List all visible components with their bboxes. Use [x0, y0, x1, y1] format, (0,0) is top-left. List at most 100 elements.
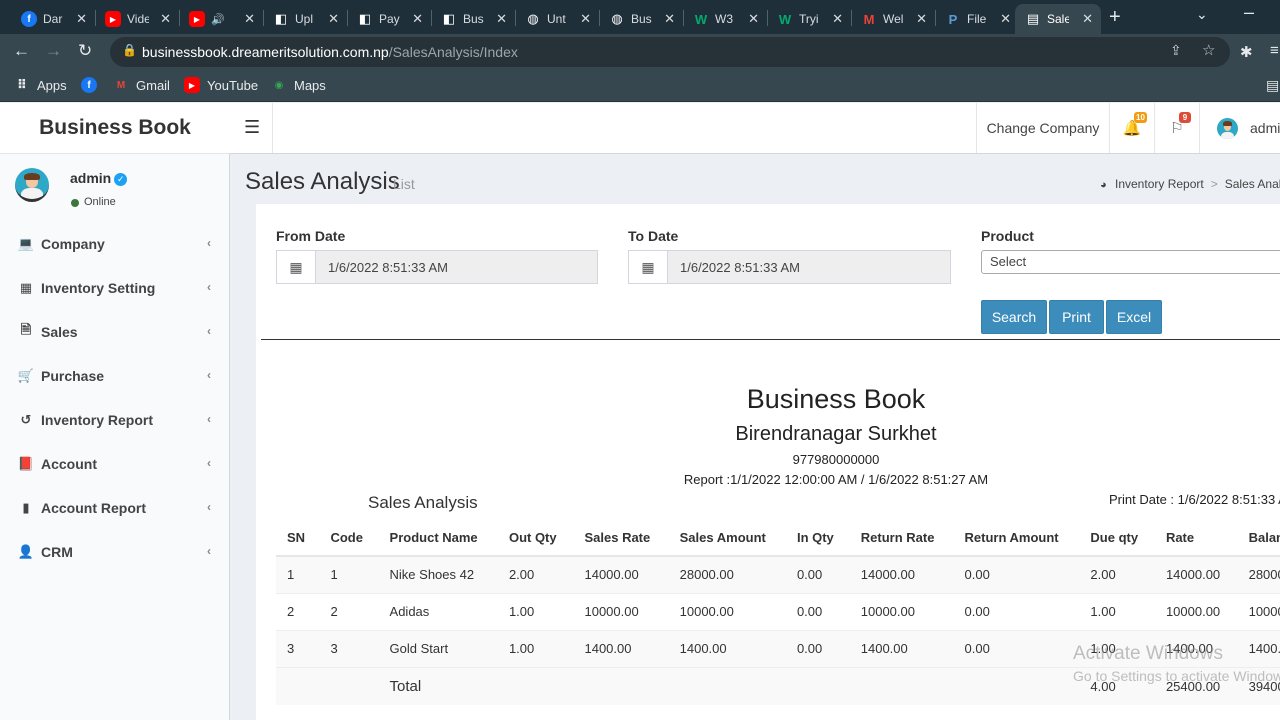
dashboard-icon: ◕ [1100, 179, 1107, 191]
product-select[interactable]: Select [981, 250, 1280, 274]
table-cell: 1 [276, 555, 320, 593]
bookmark-apps[interactable]: ⠿ Apps [14, 77, 67, 93]
reload-button[interactable]: ↻ [78, 41, 92, 61]
sidebar-item-inventory-report[interactable]: ↺ Inventory Report ‹ [0, 398, 230, 442]
close-tab-icon[interactable]: ✕ [1000, 11, 1011, 27]
browser-tab[interactable]: W W3 ✕ [683, 4, 767, 34]
app-logo[interactable]: Business Book [0, 103, 230, 154]
notifications-button[interactable]: 🔔 10 [1109, 103, 1154, 153]
flags-button[interactable]: ⚐ 9 [1154, 103, 1199, 153]
back-button[interactable]: ← [13, 41, 30, 61]
user-name: admin ✓ [70, 170, 128, 186]
close-tab-icon[interactable]: ✕ [748, 11, 759, 27]
file-invoice-icon: 🗎 [20, 322, 32, 337]
print-button[interactable]: Print [1049, 300, 1104, 334]
close-tab-icon[interactable]: ✕ [1082, 11, 1093, 27]
hamburger-menu-icon[interactable]: ☰ [244, 117, 260, 138]
youtube-icon: ▶ [189, 11, 205, 27]
browser-tab[interactable]: M Wel ✕ [851, 4, 935, 34]
table-cell: 28000.0000 [1237, 555, 1280, 593]
table-cell: 1400.00 [573, 629, 669, 667]
search-button[interactable]: Search [981, 300, 1047, 334]
close-tab-icon[interactable]: ✕ [664, 11, 675, 27]
browser-tab[interactable]: ▤ Sale ✕ [1015, 4, 1101, 34]
close-tab-icon[interactable]: ✕ [160, 11, 171, 27]
sidebar-item-account[interactable]: 📕 Account ‹ [0, 442, 230, 486]
excel-button[interactable]: Excel [1106, 300, 1162, 334]
grid-icon: ▦ [19, 280, 33, 295]
close-tab-icon[interactable]: ✕ [580, 11, 591, 27]
change-company-link[interactable]: Change Company [976, 103, 1109, 153]
column-header: Sales Amount [668, 519, 786, 557]
table-cell [785, 666, 850, 705]
w3schools-icon: W [778, 11, 792, 27]
audio-playing-icon[interactable]: 🔊 [211, 13, 233, 26]
browser-tab[interactable]: ▶ 🔊 ✕ [179, 4, 263, 34]
close-tab-icon[interactable]: ✕ [244, 11, 255, 27]
browser-tab[interactable]: ◧ Pay ✕ [347, 4, 431, 34]
table-cell: 10000.0000 [1237, 592, 1280, 630]
close-tab-icon[interactable]: ✕ [832, 11, 843, 27]
close-tab-icon[interactable]: ✕ [916, 11, 927, 27]
column-header: Return Rate [849, 519, 954, 557]
tab-title: Unt [547, 12, 566, 26]
calendar-icon[interactable]: ▦ [277, 251, 316, 283]
tab-search-icon[interactable]: ⌄ [1196, 6, 1208, 23]
browser-tab[interactable]: ◧ Bus ✕ [431, 4, 515, 34]
sidebar-item-company[interactable]: 💻 Company ‹ [0, 222, 230, 266]
from-date-input[interactable] [316, 251, 597, 283]
bookmark-star-icon[interactable]: ☆ [1202, 41, 1215, 59]
gmail-icon: M [863, 11, 875, 27]
sidebar-item-crm[interactable]: 👤 CRM ‹ [0, 530, 230, 574]
sidebar-item-inventory-setting[interactable]: ▦ Inventory Setting ‹ [0, 266, 230, 310]
extensions-icon[interactable]: ✱ [1240, 43, 1253, 61]
table-cell: Adidas [378, 592, 498, 630]
sidebar-item-label: Inventory Setting [41, 280, 156, 296]
breadcrumb-item[interactable]: Inventory Report [1115, 177, 1204, 191]
browser-tab[interactable]: f Dar ✕ [11, 4, 95, 34]
minimize-window-button[interactable]: – [1244, 2, 1254, 23]
sidebar-item-label: Account Report [41, 500, 146, 516]
user-panel: admin ✓ Online [0, 155, 230, 221]
history-icon: ↺ [20, 412, 32, 427]
book-icon: 📕 [17, 456, 35, 471]
content-header: Sales Analysis List ◕ Inventory Report > S… [230, 154, 1280, 204]
close-tab-icon[interactable]: ✕ [496, 11, 507, 27]
browser-tab[interactable]: ◧ Upl ✕ [263, 4, 347, 34]
browser-tab[interactable]: ◍ Bus ✕ [599, 4, 683, 34]
browser-tab[interactable]: P File ✕ [935, 4, 1019, 34]
new-tab-button[interactable]: + [1109, 6, 1121, 29]
table-row: 2 2 Adidas 1.00 10000.00 10000.00 0.00 10000.00… [276, 592, 1280, 630]
user-menu[interactable]: admin [1199, 103, 1280, 153]
to-date-input[interactable] [668, 251, 950, 283]
facebook-icon: f [21, 11, 37, 27]
browser-tab[interactable]: ▶ Vide ✕ [95, 4, 179, 34]
close-tab-icon[interactable]: ✕ [412, 11, 423, 27]
table-cell: 0.00 [953, 555, 1080, 593]
close-tab-icon[interactable]: ✕ [328, 11, 339, 27]
table-cell: Nike Shoes 42 [378, 555, 498, 593]
calendar-icon[interactable]: ▦ [629, 251, 668, 283]
browser-tab[interactable]: ◍ Unt ✕ [515, 4, 599, 34]
browser-menu-icon[interactable]: ≡ [1270, 42, 1279, 59]
url-text[interactable]: businessbook.dreameritsolution.com.np/Sa… [142, 44, 518, 60]
document-icon: ◧ [274, 11, 288, 26]
chevron-left-icon: ‹ [207, 412, 211, 426]
bookmark-facebook[interactable]: f [81, 77, 104, 93]
close-tab-icon[interactable]: ✕ [76, 11, 87, 27]
maps-icon: ◉ [274, 79, 284, 91]
bookmark-maps[interactable]: ◉ Maps [271, 77, 326, 93]
table-cell: 14000.00 [849, 555, 954, 593]
bookmark-youtube[interactable]: ▶ YouTube [184, 77, 258, 93]
sidebar-item-account-report[interactable]: ▮ Account Report ‹ [0, 486, 230, 530]
browser-tab[interactable]: W Tryi ✕ [767, 4, 851, 34]
share-icon[interactable]: ⇪ [1170, 42, 1182, 59]
address-bar[interactable]: 🔒 businessbook.dreameritsolution.com.np/… [110, 37, 1230, 67]
reading-list-icon[interactable]: ▤ [1266, 77, 1279, 94]
bookmarks-bar: ⠿ Apps f M Gmail ▶ YouTube ◉ Maps ▤ [0, 70, 1280, 102]
sidebar-item-sales[interactable]: 🗎 Sales ‹ [0, 310, 230, 354]
tab-title: W3 [715, 12, 733, 26]
sidebar-item-purchase[interactable]: 🛒 Purchase ‹ [0, 354, 230, 398]
forward-button[interactable]: → [45, 41, 62, 61]
bookmark-gmail[interactable]: M Gmail [113, 77, 170, 93]
